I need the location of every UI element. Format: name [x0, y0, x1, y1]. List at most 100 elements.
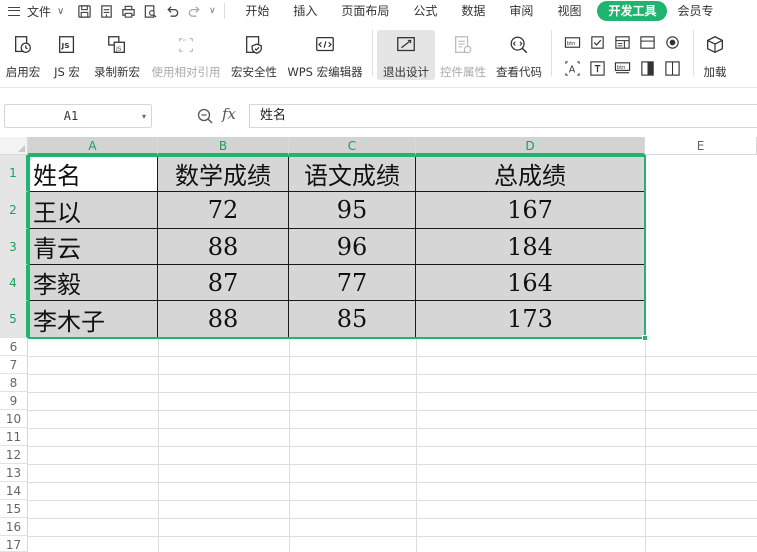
cell-a4[interactable]: 李毅 — [28, 265, 158, 301]
control-properties-button[interactable]: 控件属性 — [435, 30, 491, 82]
cell-c1[interactable]: 语文成绩 — [289, 155, 416, 192]
tab-developer-tools[interactable]: 开发工具 — [597, 1, 668, 21]
cell-a1[interactable]: 姓名 — [28, 155, 158, 192]
cell-b2[interactable]: 72 — [158, 192, 289, 229]
save-icon[interactable] — [74, 1, 94, 21]
fill-handle[interactable] — [642, 335, 648, 341]
tab-view[interactable]: 视图 — [545, 0, 593, 22]
column-header-b[interactable]: B — [158, 137, 289, 155]
cell-a2[interactable]: 王以 — [28, 192, 158, 229]
print-preview-icon[interactable] — [140, 1, 160, 21]
cell-b5[interactable]: 88 — [158, 301, 289, 338]
record-macro-button[interactable]: JS 录制新宏 — [88, 30, 146, 82]
svg-text:“: “ — [182, 37, 186, 47]
row-header[interactable]: 6 — [0, 338, 28, 356]
print-icon[interactable] — [118, 1, 138, 21]
cell-c2[interactable]: 95 — [289, 192, 416, 229]
relative-reference-label: 使用相对引用 — [151, 65, 221, 79]
tab-page-layout[interactable]: 页面布局 — [329, 0, 401, 22]
cell-c3[interactable]: 96 — [289, 229, 416, 265]
spinner-control-icon[interactable] — [660, 56, 685, 80]
grid-line — [28, 392, 757, 393]
ribbon-separator — [551, 30, 552, 76]
cell-b1[interactable]: 数学成绩 — [158, 155, 289, 192]
relative-reference-button[interactable]: “ 使用相对引用 — [146, 30, 226, 82]
view-code-icon — [506, 32, 532, 58]
tab-review[interactable]: 审阅 — [497, 0, 545, 22]
cell-c5[interactable]: 85 — [289, 301, 416, 338]
row-header[interactable]: 10 — [0, 410, 28, 428]
row-header[interactable]: 8 — [0, 374, 28, 392]
row-header[interactable]: 1 — [0, 155, 28, 192]
checkbox-control-icon[interactable] — [585, 30, 610, 54]
enable-macro-button[interactable]: 启用宏 — [0, 30, 46, 82]
tab-home[interactable]: 开始 — [233, 0, 281, 22]
combobox-control-icon[interactable] — [610, 30, 635, 54]
scrollbar-control-icon[interactable] — [635, 56, 660, 80]
cell-d3[interactable]: 184 — [416, 229, 645, 265]
js-macro-icon: JS — [54, 32, 80, 58]
redo-icon[interactable] — [184, 1, 204, 21]
row-header[interactable]: 15 — [0, 500, 28, 518]
cell-d5[interactable]: 173 — [416, 301, 645, 338]
radio-control-icon[interactable] — [660, 30, 685, 54]
row-header[interactable]: 13 — [0, 464, 28, 482]
undo-icon[interactable] — [162, 1, 182, 21]
cell-a5[interactable]: 李木子 — [28, 301, 158, 338]
tab-insert[interactable]: 插入 — [281, 0, 329, 22]
column-header-d[interactable]: D — [416, 137, 645, 155]
column-header-e[interactable]: E — [645, 137, 757, 155]
row-header[interactable]: 16 — [0, 518, 28, 536]
name-box-value: A1 — [63, 109, 79, 123]
row-header[interactable]: 4 — [0, 265, 28, 301]
cell-c4[interactable]: 77 — [289, 265, 416, 301]
label-control-icon[interactable]: A — [560, 56, 585, 80]
file-menu[interactable]: 文件 ∨ — [0, 0, 70, 22]
row-header[interactable]: 17 — [0, 536, 28, 552]
row-header[interactable]: 14 — [0, 482, 28, 500]
cell-a3[interactable]: 青云 — [28, 229, 158, 265]
tab-data[interactable]: 数据 — [449, 0, 497, 22]
tab-formulas[interactable]: 公式 — [401, 0, 449, 22]
grid-line — [28, 482, 757, 483]
cell-b4[interactable]: 87 — [158, 265, 289, 301]
view-code-button[interactable]: 查看代码 — [491, 30, 547, 82]
grid-line — [28, 428, 757, 429]
row-header[interactable]: 12 — [0, 446, 28, 464]
row-header[interactable]: 7 — [0, 356, 28, 374]
row-header[interactable]: 9 — [0, 392, 28, 410]
cell-d4[interactable]: 164 — [416, 265, 645, 301]
zoom-search-icon[interactable] — [196, 107, 214, 125]
exit-design-button[interactable]: 退出设计 — [377, 30, 435, 80]
column-header-a[interactable]: A — [28, 137, 158, 155]
ribbon-developer: 启用宏 JS JS 宏 JS 录制新宏 “ 使用相对引用 宏安全性 WPS 宏编… — [0, 22, 757, 88]
cell-d1[interactable]: 总成绩 — [416, 155, 645, 192]
select-all-corner[interactable] — [0, 137, 28, 155]
js-macro-button[interactable]: JS JS 宏 — [46, 30, 88, 82]
row-header[interactable]: 2 — [0, 192, 28, 229]
view-code-label: 查看代码 — [496, 65, 542, 79]
toggle-button-control-icon[interactable]: btn — [610, 56, 635, 80]
cell-b3[interactable]: 88 — [158, 229, 289, 265]
formula-input[interactable]: 姓名 — [249, 104, 757, 128]
load-addin-button[interactable]: 加载 — [698, 30, 732, 82]
column-header-c[interactable]: C — [289, 137, 416, 155]
wps-macro-editor-button[interactable]: WPS 宏编辑器 — [282, 30, 368, 82]
grid-line — [28, 446, 757, 447]
textbox-control-icon[interactable] — [585, 56, 610, 80]
grid-line — [28, 464, 757, 465]
listbox-control-icon[interactable] — [635, 30, 660, 54]
macro-security-button[interactable]: 宏安全性 — [226, 30, 282, 82]
name-box[interactable]: A1 ▾ — [4, 104, 152, 128]
button-control-icon[interactable]: btn — [560, 30, 585, 54]
name-box-dropdown-icon[interactable]: ▾ — [137, 112, 151, 121]
row-header[interactable]: 5 — [0, 301, 28, 338]
row-header[interactable]: 3 — [0, 229, 28, 265]
grid-line — [28, 518, 757, 519]
cell-d2[interactable]: 167 — [416, 192, 645, 229]
insert-function-icon[interactable]: fx — [222, 105, 236, 123]
tab-member[interactable]: 会员专 — [671, 0, 725, 22]
export-pdf-icon[interactable] — [96, 1, 116, 21]
row-header[interactable]: 11 — [0, 428, 28, 446]
quick-access-dropdown-icon[interactable]: ∨ — [206, 1, 218, 21]
